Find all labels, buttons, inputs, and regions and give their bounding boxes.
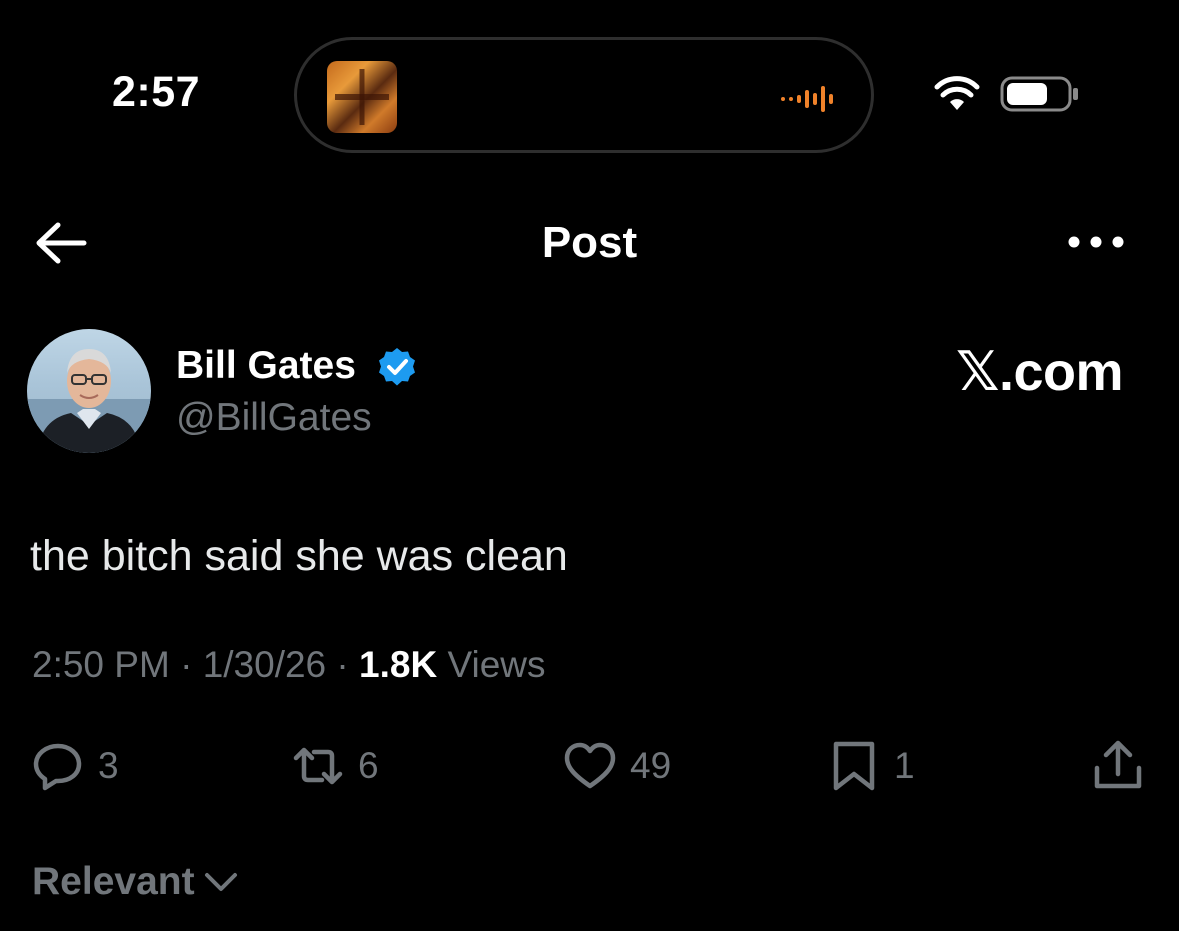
post-time[interactable]: 2:50 PM <box>32 644 170 685</box>
views-label[interactable]: Views <box>447 644 545 685</box>
avatar-portrait <box>27 349 151 453</box>
repost-count: 6 <box>358 745 379 786</box>
author-name[interactable]: Bill Gates <box>176 344 356 388</box>
audio-waveform-icon <box>781 86 833 112</box>
reply-icon <box>33 743 82 791</box>
now-playing-artwork <box>327 61 397 133</box>
dynamic-island[interactable] <box>294 37 874 153</box>
heart-icon <box>564 742 616 789</box>
post-text: the bitch said she was clean <box>30 532 568 580</box>
bookmark-button[interactable]: 1 <box>826 738 915 794</box>
replies-sort-dropdown[interactable]: Relevant <box>32 860 241 904</box>
reply-button[interactable]: 3 <box>30 738 119 794</box>
repost-button[interactable]: 6 <box>290 738 379 794</box>
chevron-down-icon <box>204 873 237 891</box>
phone-screen: 2:57 Post Bill Gates @BillGates 𝕏.com th… <box>0 0 1179 931</box>
replies-sort-label: Relevant <box>32 860 195 903</box>
battery-icon <box>1000 76 1078 112</box>
bookmark-icon <box>833 741 875 791</box>
share-icon <box>1094 740 1142 789</box>
like-count: 49 <box>630 745 672 786</box>
more-horizontal-icon[interactable] <box>1066 230 1126 254</box>
share-button[interactable] <box>1090 738 1146 794</box>
meta-separator: · <box>180 644 203 685</box>
reply-count: 3 <box>98 745 119 786</box>
page-title: Post <box>541 218 638 267</box>
post-date[interactable]: 1/30/26 <box>203 644 326 685</box>
author-handle[interactable]: @BillGates <box>176 396 372 440</box>
avatar[interactable] <box>27 329 151 453</box>
like-button[interactable]: 49 <box>562 738 671 794</box>
meta-separator: · <box>336 644 360 685</box>
views-count[interactable]: 1.8K <box>359 644 437 685</box>
bookmark-count: 1 <box>894 745 915 786</box>
post-meta: 2:50 PM · 1/30/26 · 1.8K Views <box>32 644 546 686</box>
x-com-watermark: 𝕏.com <box>955 342 1124 402</box>
status-bar-time: 2:57 <box>112 68 201 116</box>
verified-badge-icon[interactable] <box>377 347 417 387</box>
wifi-icon <box>934 76 980 110</box>
repost-icon <box>293 747 343 785</box>
